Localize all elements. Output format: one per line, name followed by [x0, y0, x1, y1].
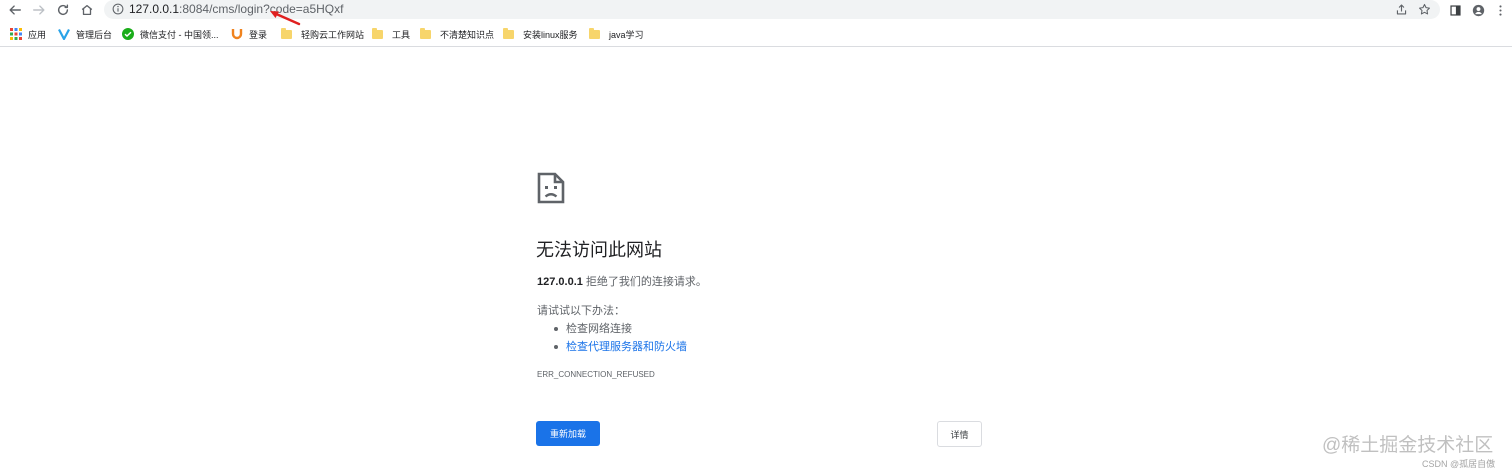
bookmark-admin[interactable]: 管理后台 — [58, 26, 112, 42]
bookmark-folder-work[interactable]: 轻购云工作网站 — [281, 26, 364, 42]
bookmark-label: 轻购云工作网站 — [301, 29, 365, 40]
address-bar[interactable]: 127.0.0.1:8084/cms/login?code=a5HQxf — [104, 0, 1440, 19]
suggestion-check-network: 检查网络连接 — [553, 320, 687, 338]
page-title: 无法访问此网站 — [536, 240, 662, 260]
bookmark-folder-java[interactable]: java学习 — [589, 26, 644, 42]
error-description: 127.0.0.1 拒绝了我们的连接请求。 — [537, 274, 707, 290]
home-icon — [81, 4, 93, 16]
url-host: 127.0.0.1 — [129, 2, 180, 16]
sad-page-icon — [537, 172, 565, 204]
reload-page-button[interactable]: 重新加载 — [536, 421, 600, 446]
bookmark-folder-tools[interactable]: 工具 — [372, 26, 410, 42]
bookmark-label: 安装linux服务 — [523, 29, 578, 40]
reload-button[interactable] — [54, 1, 72, 19]
bookmark-label: java学习 — [609, 29, 644, 40]
watermark-csdn: CSDN @孤居自傲 — [1422, 459, 1496, 469]
bookmark-login[interactable]: 登录 — [231, 26, 267, 42]
reload-icon — [57, 4, 69, 16]
arrow-left-icon — [9, 5, 21, 15]
bookmark-wechat-pay[interactable]: 微信支付 - 中国领... — [122, 26, 219, 42]
info-icon[interactable] — [112, 3, 124, 15]
u-logo-icon — [231, 29, 243, 40]
arrow-right-icon — [33, 5, 45, 15]
browser-toolbar: 127.0.0.1:8084/cms/login?code=a5HQxf — [0, 0, 1512, 20]
back-button[interactable] — [6, 1, 24, 19]
suggestions-heading: 请试试以下办法： — [537, 305, 625, 317]
v-logo-icon — [58, 28, 70, 40]
bookmark-folder-linux[interactable]: 安装linux服务 — [503, 26, 578, 42]
suggestions-list: 检查网络连接 检查代理服务器和防火墙 — [553, 320, 687, 356]
browser-menu-button[interactable] — [1492, 2, 1508, 18]
error-message: 拒绝了我们的连接请求。 — [582, 276, 707, 288]
folder-icon — [589, 27, 600, 39]
share-button[interactable] — [1394, 2, 1409, 17]
wechat-icon — [122, 28, 134, 40]
side-panel-icon — [1449, 4, 1461, 16]
kebab-menu-icon — [1498, 4, 1502, 16]
forward-button[interactable] — [30, 1, 48, 19]
bookmarks-bar: 应用 管理后台 微信支付 - 中国领... 登录 轻购云工作网站 工具 不清楚知… — [0, 21, 1512, 47]
folder-icon — [503, 27, 514, 39]
home-button[interactable] — [78, 1, 96, 19]
profile-button[interactable] — [1470, 2, 1486, 18]
error-host: 127.0.0.1 — [537, 276, 583, 288]
bookmark-label: 工具 — [392, 29, 411, 40]
folder-icon — [281, 27, 292, 39]
profile-icon — [1472, 4, 1484, 16]
error-code: ERR_CONNECTION_REFUSED — [537, 370, 655, 379]
url-path: :8084/cms/login?code=a5HQxf — [179, 2, 344, 16]
bookmark-folder-unclear[interactable]: 不清楚知识点 — [420, 26, 494, 42]
bookmark-label: 管理后台 — [76, 29, 113, 40]
bookmark-star-button[interactable] — [1417, 2, 1432, 17]
folder-icon — [372, 27, 383, 39]
watermark-juejin: @稀土掘金技术社区 — [1322, 435, 1494, 456]
bookmark-label: 不清楚知识点 — [440, 29, 495, 40]
folder-icon — [420, 27, 431, 39]
bookmark-label: 微信支付 - 中国领... — [140, 29, 219, 40]
suggestion-check-proxy-link[interactable]: 检查代理服务器和防火墙 — [553, 338, 687, 356]
apps-grid-icon — [10, 28, 22, 40]
bookmark-label: 登录 — [249, 29, 268, 40]
share-icon — [1396, 4, 1407, 15]
bookmark-apps[interactable]: 应用 — [10, 26, 46, 42]
bookmark-label: 应用 — [28, 29, 47, 40]
star-icon — [1419, 3, 1430, 15]
details-button[interactable]: 详情 — [937, 421, 982, 447]
side-panel-button[interactable] — [1447, 2, 1463, 18]
url-text[interactable]: 127.0.0.1:8084/cms/login?code=a5HQxf — [129, 2, 343, 17]
